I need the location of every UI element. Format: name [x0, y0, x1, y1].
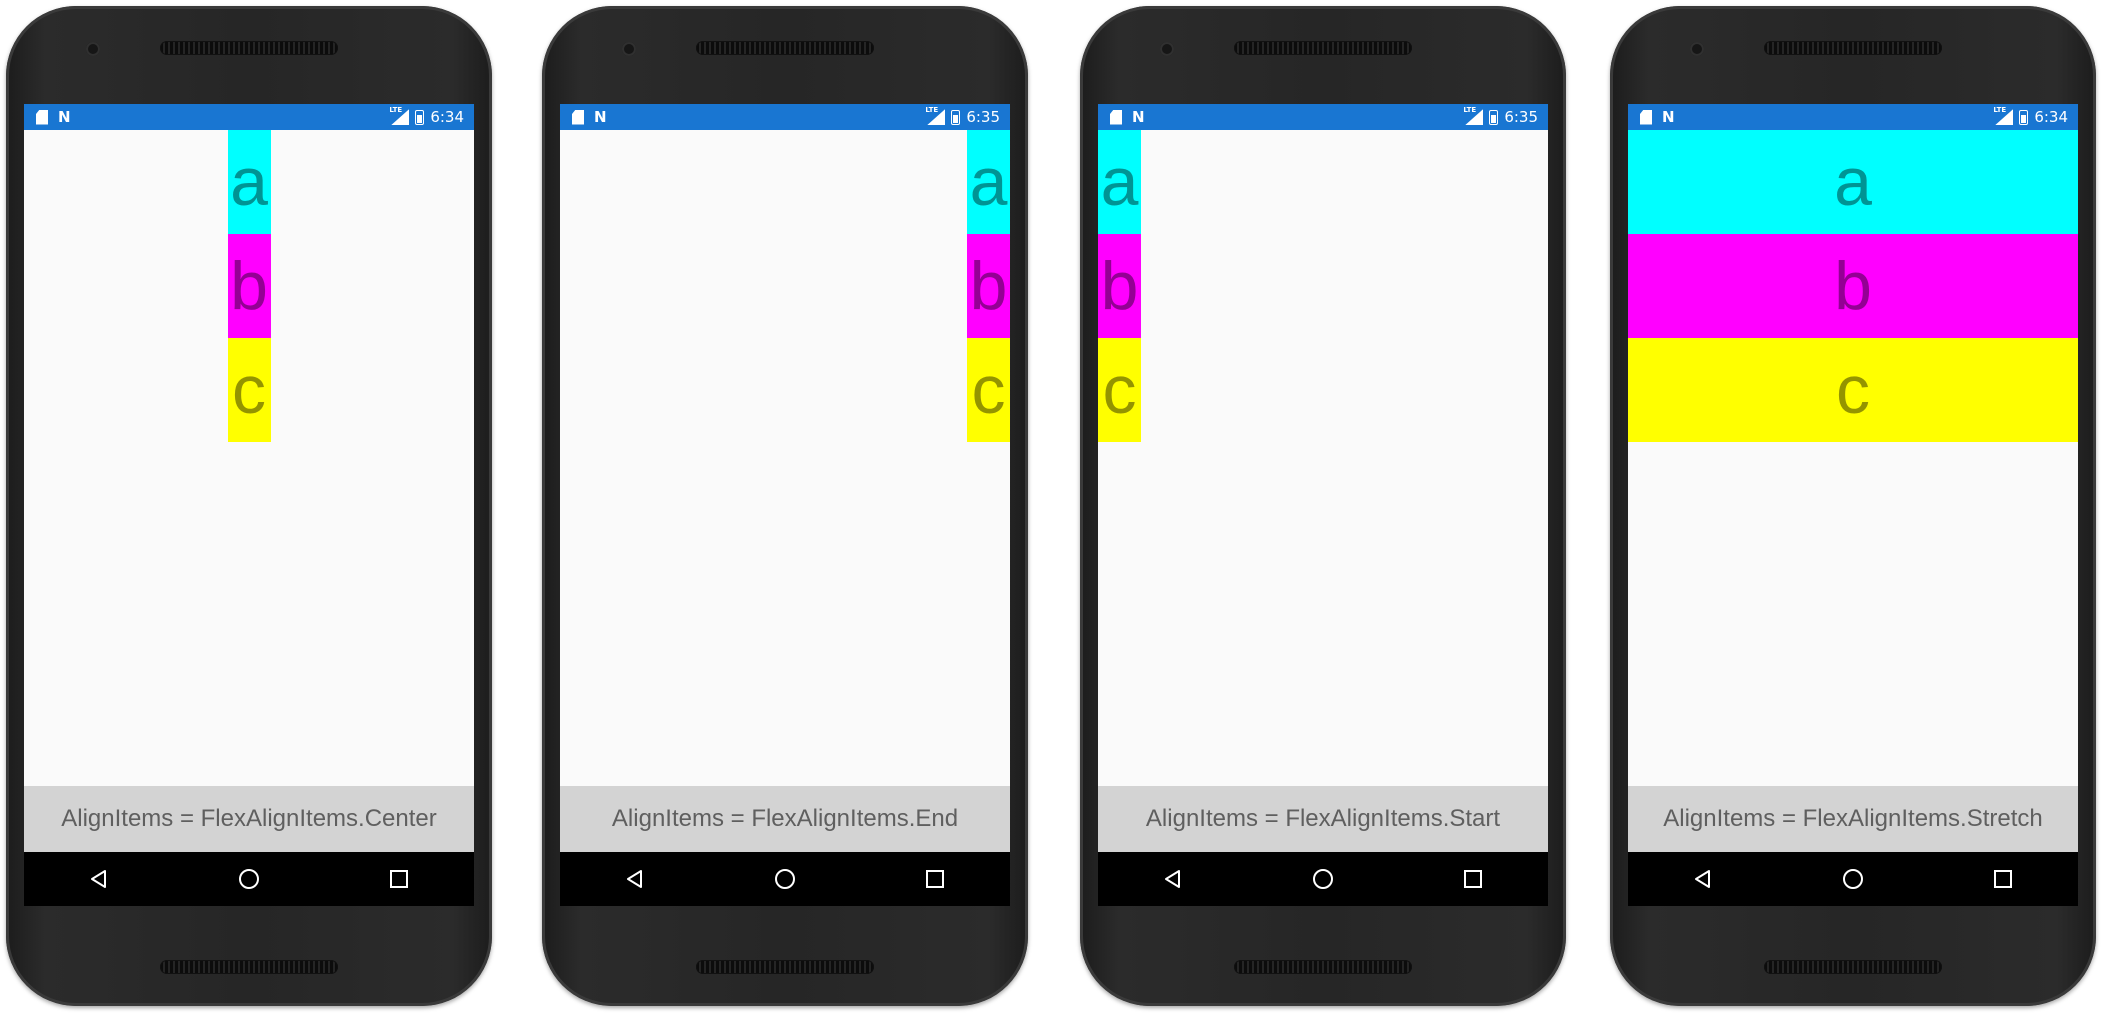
n-notification-icon: N [594, 108, 607, 126]
flex-layout-area: a b c [560, 130, 1010, 786]
battery-icon [415, 109, 425, 125]
align-items-label: AlignItems = FlexAlignItems.Start [1098, 786, 1548, 852]
flex-item-b: b [227, 234, 271, 338]
navigation-bar [24, 852, 474, 906]
earpiece-speaker [160, 41, 338, 55]
sd-card-icon [36, 109, 48, 125]
flex-layout-area: a b c [24, 130, 474, 786]
home-button[interactable] [765, 859, 805, 899]
n-notification-icon: N [1132, 108, 1145, 126]
recents-button[interactable] [1453, 859, 1493, 899]
lte-signal-icon: LTE [925, 106, 946, 125]
recents-button[interactable] [379, 859, 419, 899]
navigation-bar [560, 852, 1010, 906]
back-button[interactable] [79, 859, 119, 899]
bottom-speaker [1234, 960, 1412, 974]
status-clock: 6:35 [966, 108, 1000, 126]
flex-item-b: b [1098, 234, 1141, 338]
earpiece-speaker [1764, 41, 1942, 55]
recents-icon [390, 870, 408, 888]
flex-item-a: a [967, 130, 1010, 234]
recents-button[interactable] [915, 859, 955, 899]
phone-screen: N LTE 6:35 a b c AlignItems = FlexAlignI… [560, 104, 1010, 906]
home-icon [775, 869, 795, 889]
align-items-label: AlignItems = FlexAlignItems.Center [24, 786, 474, 852]
back-icon [627, 870, 642, 888]
flex-item-c: c [1628, 338, 2078, 442]
lte-signal-icon: LTE [389, 106, 410, 125]
back-button[interactable] [615, 859, 655, 899]
n-notification-icon: N [1662, 108, 1675, 126]
back-button[interactable] [1153, 859, 1193, 899]
status-clock: 6:35 [1504, 108, 1538, 126]
phone-stretch: N LTE 6:34 a b c AlignItems = FlexAlignI… [1610, 6, 2096, 1006]
status-bar: N LTE 6:35 [1098, 104, 1548, 130]
home-icon [1313, 869, 1333, 889]
earpiece-speaker [696, 41, 874, 55]
flex-item-c: c [227, 338, 271, 442]
phone-end: N LTE 6:35 a b c AlignItems = FlexAlignI… [542, 6, 1028, 1006]
navigation-bar [1628, 852, 2078, 906]
back-button[interactable] [1683, 859, 1723, 899]
back-icon [91, 870, 106, 888]
phone-screen: N LTE 6:34 a b c AlignItems = FlexAlignI… [1628, 104, 2078, 906]
home-button[interactable] [1833, 859, 1873, 899]
front-camera [622, 42, 636, 56]
flex-item-b: b [967, 234, 1010, 338]
flex-item-a: a [1098, 130, 1141, 234]
lte-signal-icon: LTE [1463, 106, 1484, 125]
recents-button[interactable] [1983, 859, 2023, 899]
phone-center: N LTE 6:34 a b c AlignItems = FlexAlignI… [6, 6, 492, 1006]
recents-icon [1464, 870, 1482, 888]
phone-start: N LTE 6:35 a b c AlignItems = FlexAlignI… [1080, 6, 1566, 1006]
flex-item-a: a [227, 130, 271, 234]
bottom-speaker [160, 960, 338, 974]
flex-item-c: c [967, 338, 1010, 442]
battery-icon [951, 109, 961, 125]
recents-icon [926, 870, 944, 888]
front-camera [86, 42, 100, 56]
align-items-label: AlignItems = FlexAlignItems.End [560, 786, 1010, 852]
home-icon [239, 869, 259, 889]
phone-screen: N LTE 6:35 a b c AlignItems = FlexAlignI… [1098, 104, 1548, 906]
front-camera [1160, 42, 1174, 56]
battery-icon [2019, 109, 2029, 125]
front-camera [1690, 42, 1704, 56]
recents-icon [1994, 870, 2012, 888]
home-icon [1843, 869, 1863, 889]
sd-card-icon [572, 109, 584, 125]
back-icon [1695, 870, 1710, 888]
bottom-speaker [696, 960, 874, 974]
lte-signal-icon: LTE [1993, 106, 2014, 125]
flex-item-a: a [1628, 130, 2078, 234]
home-button[interactable] [1303, 859, 1343, 899]
status-clock: 6:34 [2034, 108, 2068, 126]
phone-screen: N LTE 6:34 a b c AlignItems = FlexAlignI… [24, 104, 474, 906]
sd-card-icon [1640, 109, 1652, 125]
flex-item-c: c [1098, 338, 1141, 442]
sd-card-icon [1110, 109, 1122, 125]
battery-icon [1489, 109, 1499, 125]
status-clock: 6:34 [430, 108, 464, 126]
flex-layout-area: a b c [1628, 130, 2078, 786]
flex-item-b: b [1628, 234, 2078, 338]
align-items-label: AlignItems = FlexAlignItems.Stretch [1628, 786, 2078, 852]
back-icon [1165, 870, 1180, 888]
n-notification-icon: N [58, 108, 71, 126]
status-bar: N LTE 6:34 [1628, 104, 2078, 130]
home-button[interactable] [229, 859, 269, 899]
navigation-bar [1098, 852, 1548, 906]
status-bar: N LTE 6:35 [560, 104, 1010, 130]
status-bar: N LTE 6:34 [24, 104, 474, 130]
earpiece-speaker [1234, 41, 1412, 55]
flex-layout-area: a b c [1098, 130, 1548, 786]
bottom-speaker [1764, 960, 1942, 974]
